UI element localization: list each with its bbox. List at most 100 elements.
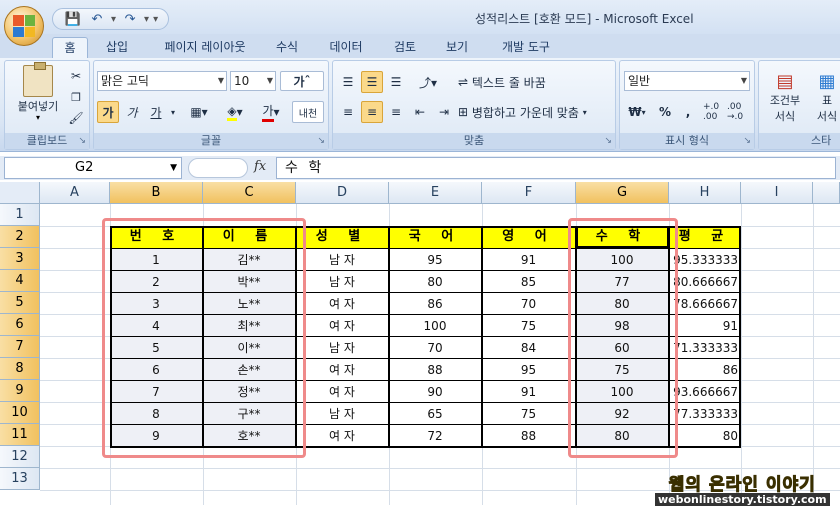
cell-number[interactable]: 1: [110, 248, 203, 270]
undo-icon[interactable]: ↶: [87, 10, 107, 28]
fill-color-icon[interactable]: ◈ ▾: [218, 101, 252, 123]
tab-page-layout[interactable]: 페이지 레이아웃: [150, 37, 260, 58]
cell-gender[interactable]: 여 자: [296, 314, 389, 336]
cell-name[interactable]: 구**: [203, 402, 296, 424]
cell-number[interactable]: 9: [110, 424, 203, 446]
row-header-1[interactable]: 1: [0, 204, 40, 226]
cell-name[interactable]: 김**: [203, 248, 296, 270]
undo-dropdown-icon[interactable]: ▾: [111, 14, 116, 25]
redo-dropdown-icon[interactable]: ▾: [144, 14, 149, 25]
cell-korean[interactable]: 80: [389, 270, 482, 292]
worksheet-grid[interactable]: A B C D E F G H I 1 2 3 4 5 6 7 8 9 10 1…: [0, 182, 840, 505]
cell-average[interactable]: 80: [669, 424, 741, 446]
cell-english[interactable]: 85: [482, 270, 576, 292]
cell-math[interactable]: 92: [576, 402, 669, 424]
cell-korean[interactable]: 90: [389, 380, 482, 402]
column-header-e[interactable]: E: [389, 182, 482, 204]
cell-average[interactable]: 86: [669, 358, 741, 380]
number-format-dropdown-icon[interactable]: ▼: [741, 72, 747, 90]
cell-english[interactable]: 95: [482, 358, 576, 380]
row-header-10[interactable]: 10: [0, 402, 40, 424]
formula-input[interactable]: 수 학: [276, 157, 836, 179]
align-right-icon[interactable]: ≡: [385, 101, 407, 123]
format-painter-icon[interactable]: 🖌: [67, 109, 85, 127]
cell-korean[interactable]: 70: [389, 336, 482, 358]
tab-data[interactable]: 데이터: [320, 37, 372, 58]
font-color-button[interactable]: 가 ▾: [254, 101, 288, 123]
merge-dropdown-icon[interactable]: ▾: [583, 108, 587, 117]
orientation-icon[interactable]: ⤴▾: [413, 71, 443, 93]
redo-icon[interactable]: ↷: [120, 10, 140, 28]
font-name-dropdown-icon[interactable]: ▼: [218, 72, 224, 90]
column-header-a[interactable]: A: [40, 182, 110, 204]
cell-gender[interactable]: 여 자: [296, 292, 389, 314]
row-header-2[interactable]: 2: [0, 226, 40, 248]
header-cell-name[interactable]: 이 름: [203, 226, 296, 248]
underline-dropdown-icon[interactable]: ▾: [168, 101, 178, 123]
cell-gender[interactable]: 여 자: [296, 424, 389, 446]
row-header-8[interactable]: 8: [0, 358, 40, 380]
cell-math[interactable]: 80: [576, 424, 669, 446]
phonetic-button[interactable]: 내천: [292, 101, 324, 123]
align-middle-icon[interactable]: ☰: [361, 71, 383, 93]
cell-name[interactable]: 호**: [203, 424, 296, 446]
select-all-corner[interactable]: [0, 182, 40, 204]
header-cell-korean[interactable]: 국 어: [389, 226, 482, 248]
cell-name[interactable]: 최**: [203, 314, 296, 336]
name-box-dropdown-icon[interactable]: ▼: [170, 158, 177, 178]
cell-korean[interactable]: 72: [389, 424, 482, 446]
font-launcher-icon[interactable]: ↘: [317, 136, 325, 146]
row-header-13[interactable]: 13: [0, 468, 40, 490]
customize-qat-icon[interactable]: ▾: [153, 14, 158, 25]
cell-math[interactable]: 77: [576, 270, 669, 292]
cell-name[interactable]: 이**: [203, 336, 296, 358]
clipboard-launcher-icon[interactable]: ↘: [78, 136, 86, 146]
font-name-combo[interactable]: 맑은 고딕 ▼: [97, 71, 227, 91]
cell-math[interactable]: 80: [576, 292, 669, 314]
cell-average[interactable]: 77.333333: [669, 402, 741, 424]
number-format-combo[interactable]: 일반 ▼: [624, 71, 750, 91]
cell-english[interactable]: 75: [482, 314, 576, 336]
cell-math[interactable]: 60: [576, 336, 669, 358]
cell-math[interactable]: 75: [576, 358, 669, 380]
tab-formulas[interactable]: 수식: [265, 37, 309, 58]
column-header-d[interactable]: D: [296, 182, 389, 204]
percent-button[interactable]: %: [654, 101, 676, 123]
cell-english[interactable]: 75: [482, 402, 576, 424]
cell-average[interactable]: 91: [669, 314, 741, 336]
align-center-icon[interactable]: ≡: [361, 101, 383, 123]
cell-average[interactable]: 80.666667: [669, 270, 741, 292]
cell-name[interactable]: 박**: [203, 270, 296, 292]
font-size-dropdown-icon[interactable]: ▼: [267, 72, 273, 90]
tab-view[interactable]: 보기: [437, 37, 477, 58]
cell-number[interactable]: 8: [110, 402, 203, 424]
office-button[interactable]: [4, 6, 44, 46]
comma-button[interactable]: ,: [678, 101, 698, 123]
cell-gender[interactable]: 남 자: [296, 270, 389, 292]
paste-dropdown-icon[interactable]: ▾: [13, 113, 63, 122]
header-cell-math[interactable]: 수 학: [576, 226, 669, 248]
decrease-decimal-button[interactable]: .00 →.0: [726, 101, 748, 123]
cell-english[interactable]: 91: [482, 248, 576, 270]
cell-name[interactable]: 노**: [203, 292, 296, 314]
cell-gender[interactable]: 남 자: [296, 336, 389, 358]
header-cell-number[interactable]: 번 호: [110, 226, 203, 248]
header-cell-average[interactable]: 평 균: [669, 226, 741, 248]
increase-decimal-button[interactable]: +.0 .00: [702, 101, 724, 123]
cell-average[interactable]: 93.666667: [669, 380, 741, 402]
bold-button[interactable]: 가: [97, 101, 119, 123]
cell-math[interactable]: 100: [576, 380, 669, 402]
format-as-table-button[interactable]: ▦ 표 서식: [809, 65, 840, 129]
copy-icon[interactable]: ❐: [67, 88, 85, 106]
currency-button[interactable]: ₩ ▾: [624, 101, 650, 123]
header-cell-english[interactable]: 영 어: [482, 226, 576, 248]
cell-english[interactable]: 84: [482, 336, 576, 358]
tab-insert[interactable]: 삽입: [95, 37, 139, 58]
cell-number[interactable]: 5: [110, 336, 203, 358]
wrap-text-button[interactable]: ⇌ 텍스트 줄 바꿈: [457, 71, 597, 93]
increase-indent-icon[interactable]: ⇥: [433, 101, 455, 123]
cell-number[interactable]: 6: [110, 358, 203, 380]
conditional-format-button[interactable]: ▤ 조건부 서식: [763, 65, 807, 129]
row-header-12[interactable]: 12: [0, 446, 40, 468]
underline-button[interactable]: 가: [145, 101, 167, 123]
